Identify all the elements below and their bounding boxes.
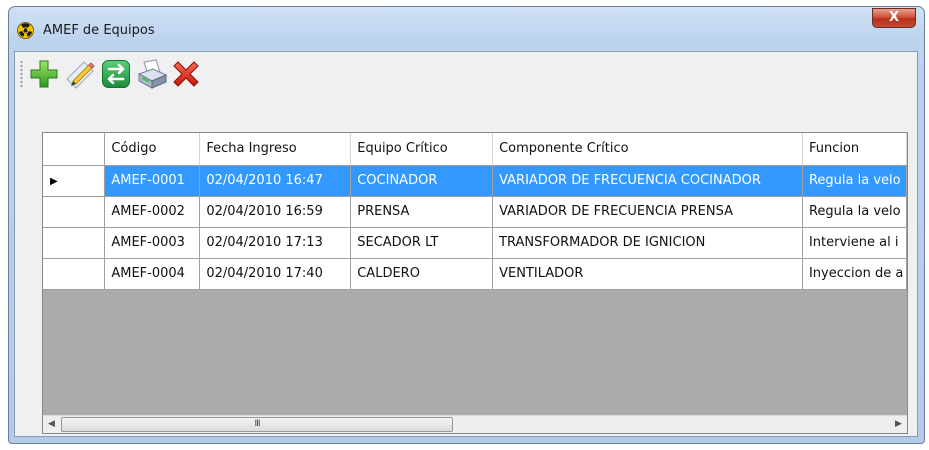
- cell-equipo-critico[interactable]: CALDERO: [350, 258, 494, 290]
- current-row-indicator-icon: ▶: [50, 176, 58, 187]
- cell-equipo-critico[interactable]: SECADOR LT: [350, 227, 494, 259]
- cell-componente-critico[interactable]: VENTILADOR: [492, 258, 803, 290]
- scroll-thumb[interactable]: III: [61, 417, 453, 432]
- row-header[interactable]: [43, 258, 106, 290]
- table-row[interactable]: ▶ AMEF-0001 02/04/2010 16:47 COCINADOR VARIA…: [43, 165, 907, 197]
- cell-fecha-ingreso[interactable]: 02/04/2010 16:59: [199, 196, 352, 228]
- window-title: AMEF de Equipos: [43, 23, 155, 38]
- printer-icon: [137, 59, 168, 89]
- cell-fecha-ingreso[interactable]: 02/04/2010 17:40: [199, 258, 352, 290]
- row-header-corner: [43, 133, 106, 166]
- horizontal-scrollbar[interactable]: ◀ III ▶: [43, 415, 907, 433]
- column-header-componente-critico[interactable]: Componente Crítico: [492, 133, 803, 166]
- cell-componente-critico[interactable]: VARIADOR DE FRECUENCIA PRENSA: [492, 196, 803, 228]
- data-grid[interactable]: Código Fecha Ingreso Equipo Crítico Comp…: [42, 132, 908, 434]
- cell-funcion[interactable]: Inyeccion de a: [802, 258, 907, 290]
- title-bar[interactable]: AMEF de Equipos X: [9, 7, 924, 49]
- column-header-equipo-critico[interactable]: Equipo Crítico: [350, 133, 494, 166]
- plus-icon: [30, 60, 58, 88]
- table-row[interactable]: AMEF-0004 02/04/2010 17:40 CALDERO VENTILAD…: [43, 258, 907, 290]
- close-icon: X: [888, 10, 900, 25]
- table-row[interactable]: AMEF-0002 02/04/2010 16:59 PRENSA VARIADOR …: [43, 196, 907, 228]
- red-x-icon: [173, 61, 199, 87]
- cell-funcion[interactable]: Regula la velo: [802, 196, 907, 228]
- cell-codigo[interactable]: AMEF-0002: [104, 196, 201, 228]
- exchange-button[interactable]: [99, 57, 133, 91]
- column-header-codigo[interactable]: Código: [104, 133, 201, 166]
- add-button[interactable]: [27, 57, 61, 91]
- column-header-funcion[interactable]: Funcion: [802, 133, 907, 166]
- cell-funcion[interactable]: Interviene al i: [802, 227, 907, 259]
- window: AMEF de Equipos X Código Fecha Ingreso E…: [8, 6, 925, 444]
- arrow-left-icon: ◀: [48, 419, 55, 429]
- delete-button[interactable]: [169, 57, 203, 91]
- cell-componente-critico[interactable]: TRANSFORMADOR DE IGNICION: [492, 227, 803, 259]
- scroll-left-button[interactable]: ◀: [43, 416, 60, 433]
- cell-codigo[interactable]: AMEF-0003: [104, 227, 201, 259]
- row-header[interactable]: ▶: [43, 165, 106, 197]
- edit-button[interactable]: [63, 57, 97, 91]
- arrow-right-icon: ▶: [895, 419, 902, 429]
- cell-componente-critico[interactable]: VARIADOR DE FRECUENCIA COCINADOR: [492, 165, 803, 197]
- cell-equipo-critico[interactable]: PRENSA: [350, 196, 494, 228]
- column-header-fecha-ingreso[interactable]: Fecha Ingreso: [199, 133, 352, 166]
- toolbar-grip-icon[interactable]: [20, 60, 23, 88]
- thumb-grip-icon: III: [254, 419, 261, 429]
- row-header[interactable]: [43, 227, 106, 259]
- radiation-icon: [17, 22, 34, 39]
- print-button[interactable]: [135, 57, 169, 91]
- table-row[interactable]: AMEF-0003 02/04/2010 17:13 SECADOR LT TRANS…: [43, 227, 907, 259]
- scroll-right-button[interactable]: ▶: [890, 416, 907, 433]
- cell-equipo-critico[interactable]: COCINADOR: [350, 165, 494, 197]
- close-button[interactable]: X: [872, 8, 916, 28]
- cell-funcion[interactable]: Regula la velo: [802, 165, 907, 197]
- arrows-icon: [102, 60, 130, 88]
- toolbar: [15, 52, 917, 92]
- cell-codigo[interactable]: AMEF-0004: [104, 258, 201, 290]
- cell-fecha-ingreso[interactable]: 02/04/2010 17:13: [199, 227, 352, 259]
- row-header[interactable]: [43, 196, 106, 228]
- cell-fecha-ingreso[interactable]: 02/04/2010 16:47: [199, 165, 352, 197]
- grid-table: Código Fecha Ingreso Equipo Crítico Comp…: [43, 133, 907, 290]
- client-area: Código Fecha Ingreso Equipo Crítico Comp…: [14, 51, 918, 437]
- cell-codigo[interactable]: AMEF-0001: [104, 165, 201, 197]
- header-row: Código Fecha Ingreso Equipo Crítico Comp…: [43, 133, 907, 166]
- pencil-icon: [66, 61, 95, 89]
